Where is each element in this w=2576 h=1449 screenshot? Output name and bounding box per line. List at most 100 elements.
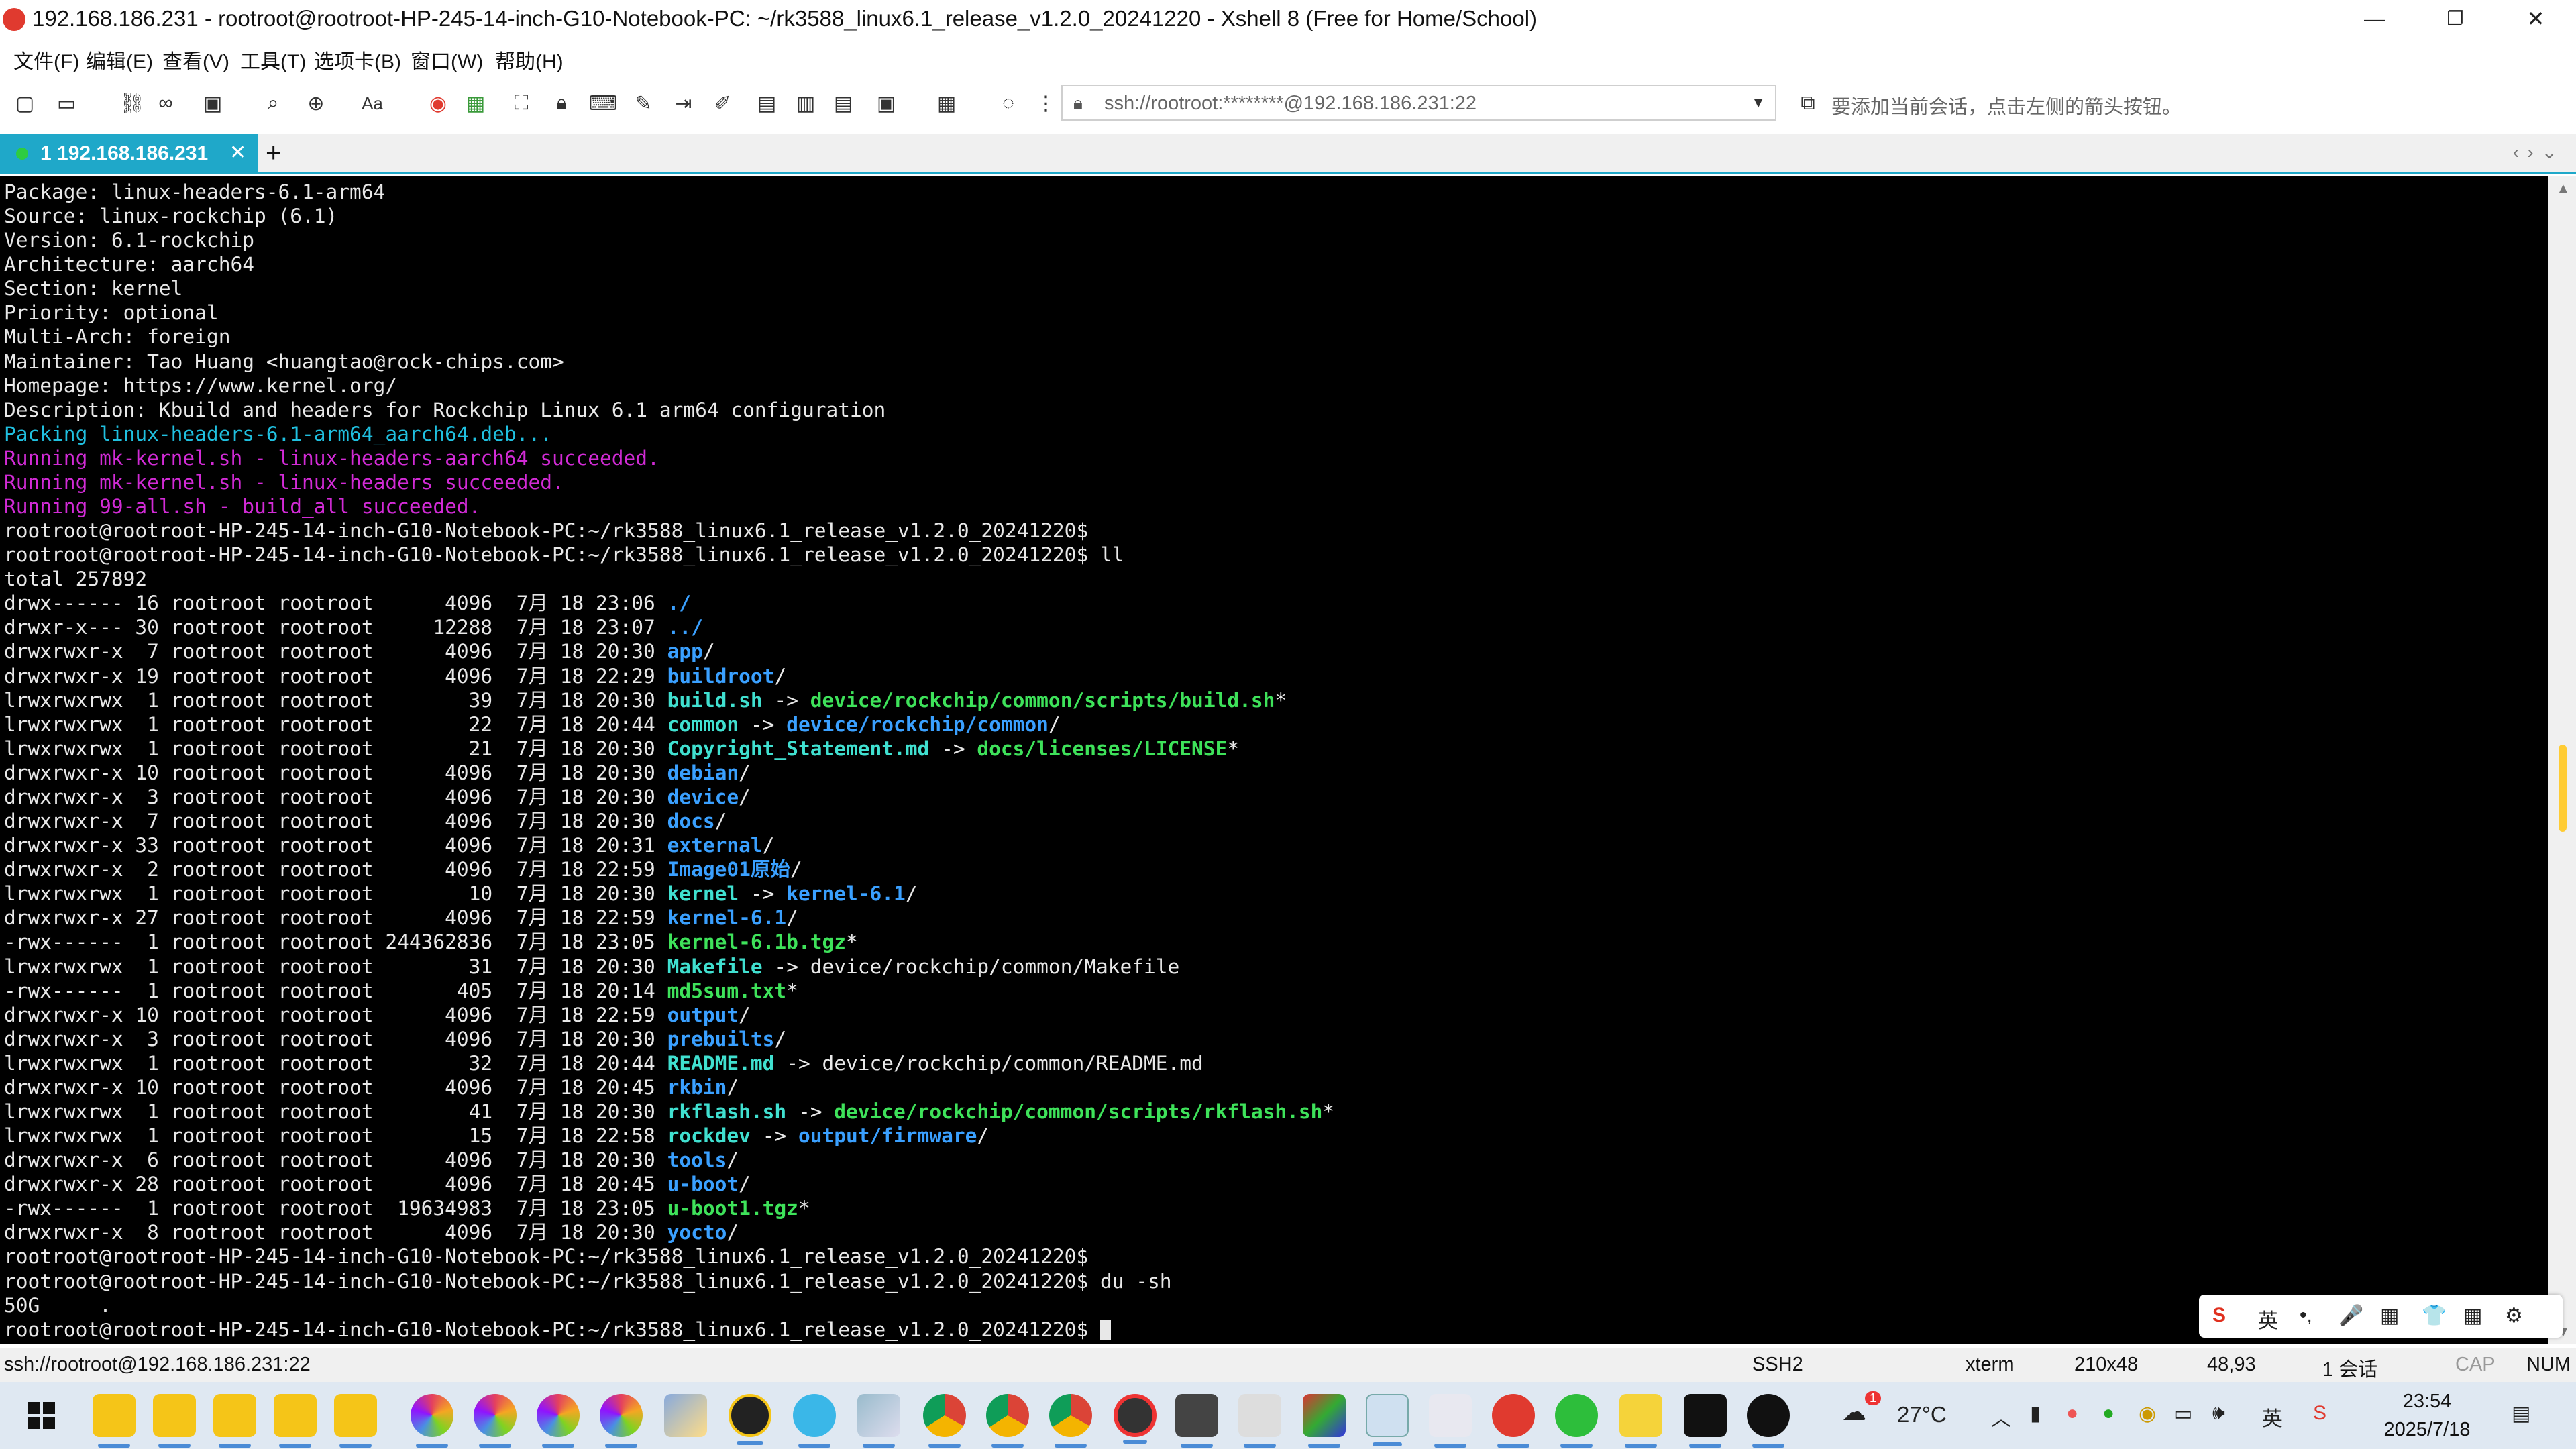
weather-icon[interactable]: ☁ (1842, 1398, 1866, 1426)
colorful-app-icon[interactable] (600, 1394, 643, 1448)
reconnect-icon[interactable]: ⛓ (119, 91, 145, 115)
file-explorer-icon[interactable] (213, 1394, 256, 1448)
more-icon[interactable]: ⋮ (1033, 91, 1059, 115)
new-session-icon[interactable]: ▢ (12, 91, 38, 115)
terminal-text: -> device/rockchip/common/README.md (774, 1051, 1203, 1075)
minimize-button[interactable]: — (2334, 0, 2415, 38)
scroll-up-icon[interactable]: ▲ (2556, 180, 2571, 197)
ime-punctuation-icon[interactable]: •, (2300, 1304, 2312, 1327)
ime-toolbox-icon[interactable]: ▦ (2463, 1304, 2482, 1328)
edge-browser-icon[interactable] (793, 1394, 836, 1448)
chrome-icon[interactable] (923, 1394, 966, 1448)
add-session-icon[interactable]: ⧉ (1795, 91, 1821, 115)
file-explorer-icon[interactable] (334, 1394, 377, 1448)
mfc-app-icon[interactable] (1303, 1394, 1346, 1448)
monitor-app-icon[interactable] (1619, 1394, 1662, 1448)
terminal-line: drwxrwxr-x 3 rootroot rootroot 4096 7月 1… (4, 785, 2548, 809)
audio-app-icon[interactable] (1238, 1394, 1281, 1448)
menu-tools[interactable]: 工具(T) (240, 45, 306, 74)
menu-edit[interactable]: 编辑(E) (86, 45, 153, 74)
scrollbar-thumb[interactable] (2559, 745, 2567, 832)
maximize-button[interactable]: ❐ (2415, 0, 2496, 38)
document-app-icon[interactable] (1366, 1394, 1409, 1446)
sogou-tray-icon[interactable]: S (2313, 1402, 2326, 1425)
notepad-icon[interactable] (857, 1394, 900, 1448)
fullscreen-icon[interactable]: ⛶ (508, 91, 534, 115)
notification-icon[interactable]: ▤ (2512, 1402, 2530, 1426)
terminal-text: debian (667, 761, 739, 784)
tray-app-icon[interactable]: ● (2066, 1402, 2078, 1425)
address-dropdown-icon[interactable]: ▼ (1751, 94, 1766, 111)
file-explorer-icon[interactable] (274, 1394, 317, 1448)
windows-start-icon[interactable] (20, 1394, 63, 1437)
tray-app-icon[interactable]: ▮ (2030, 1402, 2041, 1426)
xshell-app-icon[interactable] (3, 8, 25, 31)
keyboard-icon[interactable]: ⌨ (588, 91, 617, 115)
open-folder-icon[interactable]: ▭ (54, 91, 79, 115)
script-icon[interactable]: ✐ (710, 91, 735, 115)
weather-temperature[interactable]: 27°C (1897, 1402, 1947, 1428)
chrome-icon[interactable] (1049, 1394, 1092, 1448)
menu-tabs[interactable]: 选项卡(B) (314, 45, 401, 74)
chrome-icon[interactable] (986, 1394, 1029, 1448)
colorful-app-icon[interactable] (411, 1394, 453, 1448)
log-icon[interactable]: ▤ (754, 91, 780, 115)
new-window-icon[interactable]: ▣ (200, 91, 225, 115)
terminal-area[interactable]: Package: linux-headers-6.1-arm64 Source: … (0, 176, 2548, 1344)
volume-icon[interactable]: 🕪︎ (2212, 1402, 2225, 1425)
menu-file[interactable]: 文件(F) (13, 45, 79, 74)
lock-icon[interactable]: 🔒︎ (549, 91, 574, 115)
file-explorer-icon[interactable] (153, 1394, 196, 1448)
ime-mode-icon[interactable]: 英 (2262, 1402, 2282, 1432)
layout-icon[interactable]: ▦ (934, 91, 959, 115)
colorful-app-icon[interactable] (537, 1394, 580, 1448)
ime-keyboard-icon[interactable]: ▦ (2380, 1304, 2399, 1328)
address-bar[interactable]: 🔒︎ ssh://rootroot:********@192.168.186.2… (1061, 85, 1776, 121)
sogou-icon[interactable]: S (2212, 1304, 2226, 1327)
print-icon[interactable]: ▥ (793, 91, 818, 115)
search-icon[interactable]: ⌕ (260, 91, 286, 115)
unreal-engine-icon[interactable] (729, 1394, 771, 1445)
xshell-icon[interactable]: ◉ (425, 91, 451, 115)
menu-help[interactable]: 帮助(H) (495, 45, 564, 74)
terminal-scrollbar[interactable]: ▲ ▼ (2548, 176, 2576, 1344)
chat-icon[interactable]: ◌ (996, 91, 1021, 115)
ime-skin-icon[interactable]: 👕 (2422, 1304, 2447, 1328)
transfer-icon[interactable]: ⇥ (671, 91, 696, 115)
new-tab-button[interactable]: + (266, 138, 281, 168)
tray-expand-icon[interactable]: ︿ (1991, 1402, 2011, 1432)
tab-session-1[interactable]: 1 192.168.186.231 ✕ (0, 134, 258, 172)
colorful-app-icon[interactable] (474, 1394, 517, 1448)
status-session-count[interactable]: 1 会话 (2322, 1354, 2377, 1382)
menu-view[interactable]: 查看(V) (162, 45, 229, 74)
wechat-icon[interactable] (1555, 1394, 1598, 1448)
xshell-taskbar-icon[interactable] (1492, 1394, 1535, 1448)
tab-close-icon[interactable]: ✕ (229, 141, 246, 164)
file-explorer-icon[interactable] (93, 1394, 136, 1448)
globe-icon[interactable]: ⊕ (303, 91, 329, 115)
ime-language-toggle[interactable]: 英 (2258, 1304, 2278, 1334)
tab-group-icon[interactable]: ▣ (873, 91, 899, 115)
address-input[interactable]: ssh://rootroot:********@192.168.186.231:… (1104, 93, 1477, 115)
ime-settings-icon[interactable]: ⚙ (2505, 1304, 2523, 1328)
qq-icon[interactable] (1747, 1394, 1790, 1448)
network-icon[interactable]: ▭ (2174, 1402, 2192, 1426)
network-app-icon[interactable] (1429, 1394, 1472, 1448)
terminal-text: -> (750, 1124, 798, 1148)
capcut-icon[interactable] (1684, 1394, 1727, 1448)
compose-icon[interactable]: ✎ (631, 91, 656, 115)
paint-app-icon[interactable] (664, 1394, 707, 1437)
disconnect-icon[interactable]: ∞ (153, 91, 178, 115)
tray-app-icon[interactable]: ◉ (2139, 1402, 2156, 1426)
menu-window[interactable]: 窗口(W) (411, 45, 483, 74)
tab-nav-arrows-icon[interactable]: ‹›⌄ (2513, 141, 2565, 163)
notes-icon[interactable]: ▤ (830, 91, 856, 115)
xftp-icon[interactable]: ▦ (463, 91, 488, 115)
system-clock[interactable]: 23:54 2025/7/18 (2367, 1387, 2487, 1444)
font-icon[interactable]: Aa (360, 91, 385, 115)
microphone-icon[interactable]: 🎤 (2339, 1304, 2363, 1328)
close-button[interactable]: ✕ (2496, 0, 2576, 38)
se-app-icon[interactable] (1175, 1394, 1218, 1448)
obs-icon[interactable] (1114, 1394, 1157, 1444)
tray-wechat-icon[interactable]: ● (2102, 1402, 2114, 1425)
